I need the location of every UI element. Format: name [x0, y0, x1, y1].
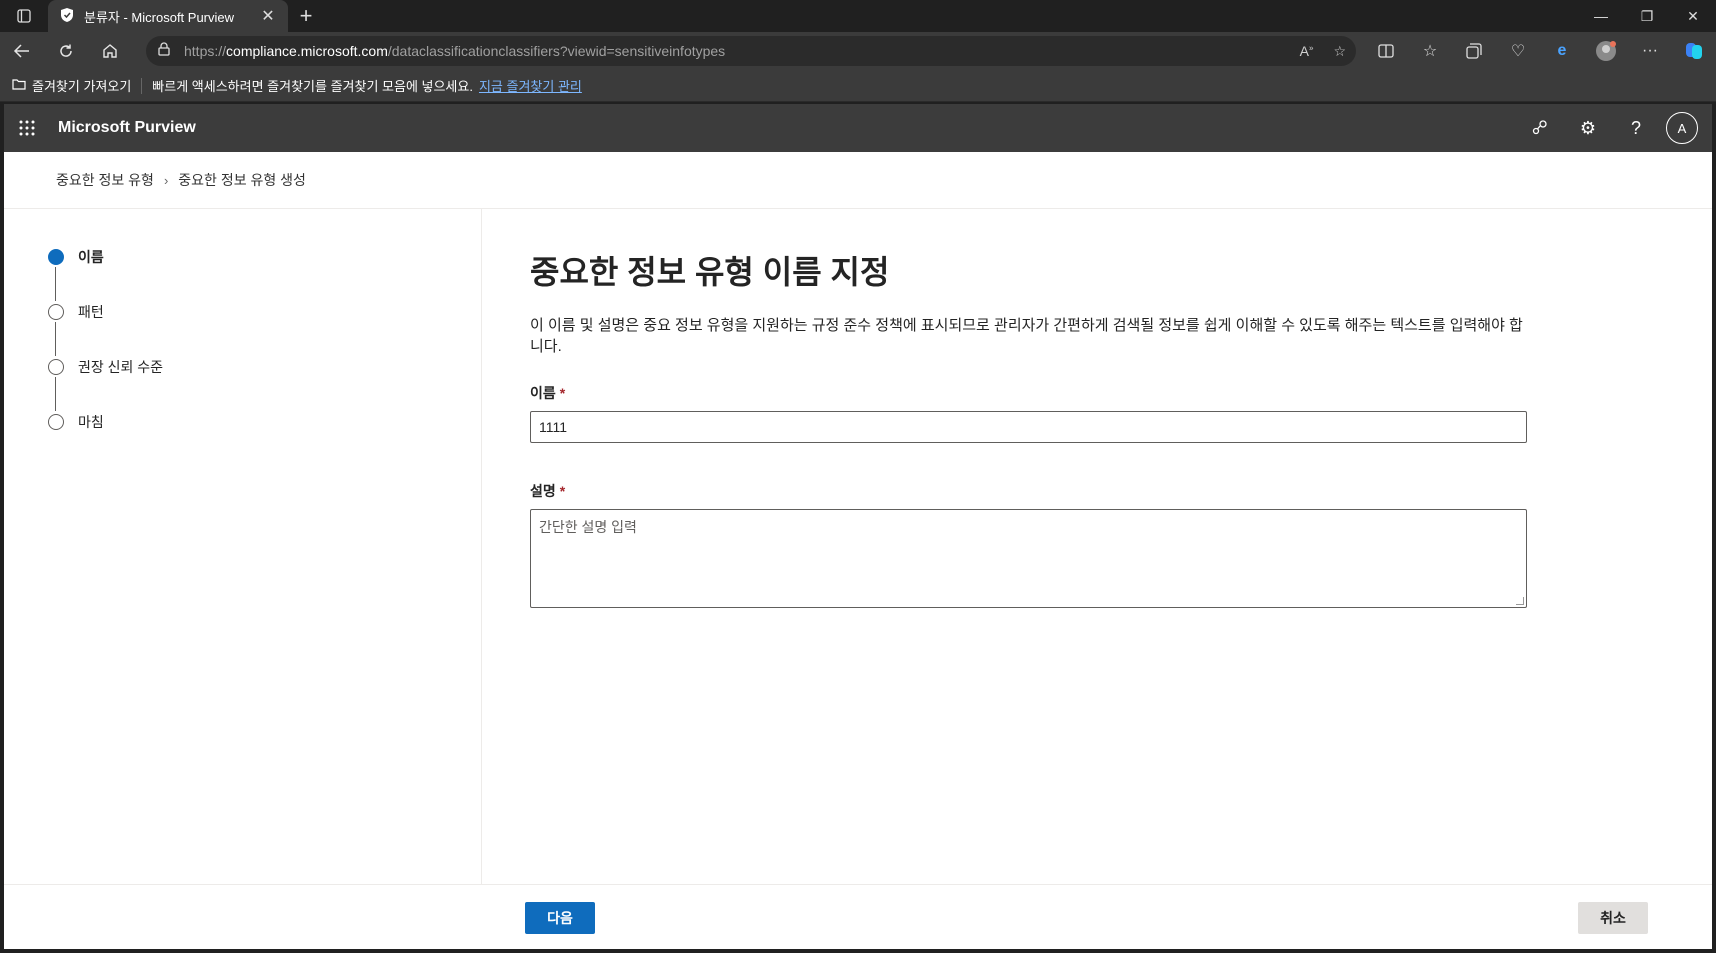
breadcrumb: 중요한 정보 유형 › 중요한 정보 유형 생성 [4, 152, 1712, 209]
resize-handle-icon[interactable] [1516, 597, 1524, 605]
edge-icon[interactable]: e [1540, 32, 1584, 70]
wizard-steps: 이름 패턴 권장 신뢰 수준 마침 [4, 209, 482, 884]
name-input[interactable]: 1111 [530, 411, 1527, 443]
description-textarea[interactable]: 간단한 설명 입력 [530, 509, 1527, 608]
folder-icon [12, 78, 26, 93]
close-window-icon[interactable]: ✕ [1670, 0, 1716, 32]
step-indicator [48, 249, 64, 265]
browser-toolbar: https://compliance.microsoft.com/datacla… [0, 32, 1716, 70]
shield-icon [60, 7, 74, 26]
wizard-footer: 다음 취소 [4, 884, 1712, 949]
gear-icon[interactable]: ⚙ [1564, 104, 1612, 152]
step-pattern[interactable]: 패턴 [48, 302, 104, 322]
restore-icon[interactable]: ❐ [1624, 0, 1670, 32]
description-placeholder: 간단한 설명 입력 [539, 519, 637, 535]
wizard: 이름 패턴 권장 신뢰 수준 마침 중요한 정보 유형 이름 지정 이 이름 및… [4, 209, 1712, 884]
tab-actions-icon[interactable] [0, 0, 48, 32]
name-label: 이름 * [530, 385, 566, 401]
import-favorites-button[interactable]: 즐겨찾기 가져오기 [12, 77, 143, 94]
read-aloud-icon[interactable]: A» [1300, 43, 1314, 59]
favorites-bar: 즐겨찾기 가져오기 빠르게 액세스하려면 즐겨찾기를 즐겨찾기 모음에 넣으세요… [0, 70, 1716, 102]
split-screen-icon[interactable] [1364, 32, 1408, 70]
step-finish[interactable]: 마침 [48, 412, 104, 432]
step-confidence[interactable]: 권장 신뢰 수준 [48, 357, 163, 377]
refresh-icon[interactable] [44, 32, 88, 70]
new-tab-icon[interactable]: + [288, 0, 324, 32]
favorites-message: 빠르게 액세스하려면 즐겨찾기를 즐겨찾기 모음에 넣으세요. [152, 79, 473, 94]
step-indicator [48, 414, 64, 430]
step-indicator [48, 304, 64, 320]
chevron-right-icon: › [163, 172, 169, 188]
avatar[interactable]: A [1666, 112, 1698, 144]
back-icon[interactable] [0, 32, 44, 70]
next-button[interactable]: 다음 [525, 902, 595, 934]
purview-app: Microsoft Purview ⚙ ? A 중요한 정보 유형 › 중요한 … [4, 104, 1712, 949]
breadcrumb-item-sit[interactable]: 중요한 정보 유형 [56, 170, 154, 190]
url-text: https://compliance.microsoft.com/datacla… [184, 43, 726, 59]
page-description: 이 이름 및 설명은 중요 정보 유형을 지원하는 규정 준수 정책에 표시되므… [530, 317, 1523, 355]
cancel-button[interactable]: 취소 [1578, 902, 1648, 934]
close-tab-icon[interactable]: ✕ [258, 6, 278, 26]
share-icon[interactable] [1516, 104, 1564, 152]
app-launcher-icon[interactable] [4, 104, 50, 152]
help-icon[interactable]: ? [1612, 104, 1660, 152]
lock-icon[interactable] [158, 41, 170, 61]
minimize-icon[interactable]: — [1578, 0, 1624, 32]
step-connector [55, 267, 56, 301]
step-indicator [48, 359, 64, 375]
app-header: Microsoft Purview ⚙ ? A [4, 104, 1712, 152]
breadcrumb-item-create: 중요한 정보 유형 생성 [178, 172, 306, 188]
app-brand[interactable]: Microsoft Purview [58, 119, 196, 137]
browser-tab[interactable]: 분류자 - Microsoft Purview ✕ [48, 0, 288, 32]
page-title: 중요한 정보 유형 이름 지정 [530, 254, 890, 290]
home-icon[interactable] [88, 32, 132, 70]
browser-essentials-icon[interactable]: ♡ [1496, 32, 1540, 70]
copilot-icon[interactable] [1672, 32, 1716, 70]
step-connector [55, 377, 56, 411]
form-content: 중요한 정보 유형 이름 지정 이 이름 및 설명은 중요 정보 유형을 지원하… [530, 209, 1530, 608]
browser-titlebar: 분류자 - Microsoft Purview ✕ + — ❐ ✕ [0, 0, 1716, 32]
favorite-star-icon[interactable]: ☆ [1333, 43, 1346, 60]
step-name[interactable]: 이름 [48, 247, 104, 267]
step-connector [55, 322, 56, 356]
profile-icon[interactable] [1584, 32, 1628, 70]
favorites-icon[interactable]: ☆ [1408, 32, 1452, 70]
manage-favorites-link[interactable]: 지금 즐겨찾기 관리 [479, 76, 582, 95]
tab-title: 분류자 - Microsoft Purview [84, 9, 235, 25]
address-bar[interactable]: https://compliance.microsoft.com/datacla… [146, 36, 1356, 66]
more-icon[interactable]: ··· [1628, 32, 1672, 70]
collections-icon[interactable] [1452, 32, 1496, 70]
description-label: 설명 * [530, 483, 566, 499]
